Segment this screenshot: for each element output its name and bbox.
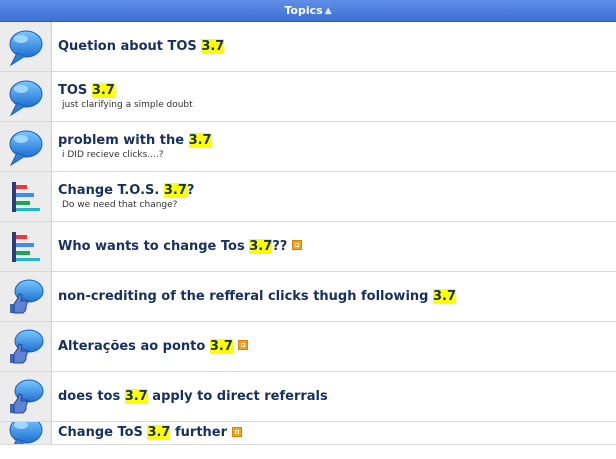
search-highlight: 3.7 bbox=[249, 238, 273, 254]
topic-icon-cell bbox=[0, 222, 52, 271]
topics-header-label: Topics bbox=[284, 4, 323, 17]
topic-cell: Quetion about TOS 3.7 bbox=[52, 22, 616, 71]
topic-icon-cell bbox=[0, 372, 52, 421]
speech-bubble-icon bbox=[5, 27, 47, 67]
topic-row[interactable]: does tos 3.7 apply to direct referrals bbox=[0, 372, 616, 422]
topic-title-link[interactable]: Alterações ao ponto 3.7 bbox=[58, 338, 616, 355]
topic-description: Do we need that change? bbox=[62, 199, 178, 210]
topic-icon-cell bbox=[0, 322, 52, 371]
topic-row[interactable]: Quetion about TOS 3.7 bbox=[0, 22, 616, 72]
topic-title-link[interactable]: Who wants to change Tos 3.7?? bbox=[58, 238, 616, 255]
topic-row[interactable]: TOS 3.7 just clarifying a simple doubt bbox=[0, 72, 616, 122]
topic-icon-cell bbox=[0, 272, 52, 321]
sort-up-icon: ▲ bbox=[324, 5, 332, 16]
search-highlight: 3.7 bbox=[163, 182, 187, 198]
language-badge-icon bbox=[232, 426, 243, 437]
topic-title-text: problem with the bbox=[58, 132, 189, 148]
language-badge-icon bbox=[292, 240, 303, 250]
topic-cell: Change T.O.S. 3.7? Do we need that chang… bbox=[52, 172, 616, 221]
speech-bubble-thumbs-up-icon bbox=[5, 377, 47, 417]
topic-title-text: apply to direct referrals bbox=[147, 388, 328, 404]
poll-chart-icon bbox=[5, 227, 47, 267]
speech-bubble-icon bbox=[5, 422, 47, 444]
topic-title-text: TOS bbox=[58, 82, 92, 98]
topic-row[interactable]: Change T.O.S. 3.7? Do we need that chang… bbox=[0, 172, 616, 222]
speech-bubble-icon bbox=[5, 77, 47, 117]
topic-cell: Alterações ao ponto 3.7 bbox=[52, 322, 616, 371]
language-badge-icon bbox=[237, 340, 248, 350]
search-highlight: 3.7 bbox=[124, 388, 148, 404]
topic-cell: Change ToS 3.7 further bbox=[52, 422, 616, 444]
search-highlight: 3.7 bbox=[209, 338, 233, 354]
speech-bubble-icon bbox=[5, 127, 47, 167]
search-highlight: 3.7 bbox=[147, 425, 171, 440]
topic-row[interactable]: Who wants to change Tos 3.7?? bbox=[0, 222, 616, 272]
topic-icon-cell bbox=[0, 22, 52, 71]
speech-bubble-thumbs-up-icon bbox=[5, 327, 47, 367]
topic-title-link[interactable]: non-crediting of the refferal clicks thu… bbox=[58, 288, 616, 305]
search-highlight: 3.7 bbox=[432, 288, 457, 304]
topic-title-link[interactable]: Change ToS 3.7 further bbox=[58, 425, 616, 441]
topic-cell: Who wants to change Tos 3.7?? bbox=[52, 222, 616, 271]
topic-title-text: Quetion about TOS bbox=[58, 38, 202, 54]
topic-title-text: does tos bbox=[58, 388, 125, 404]
topic-row[interactable]: non-crediting of the refferal clicks thu… bbox=[0, 272, 616, 322]
search-highlight: 3.7 bbox=[188, 132, 212, 148]
topic-icon-cell bbox=[0, 422, 52, 444]
topic-description: just clarifying a simple doubt bbox=[62, 99, 193, 110]
topic-title-link[interactable]: TOS 3.7 bbox=[58, 82, 616, 99]
topic-row[interactable]: Alterações ao ponto 3.7 bbox=[0, 322, 616, 372]
topic-title-text: ?? bbox=[272, 238, 288, 254]
topics-column-header[interactable]: Topics ▲ bbox=[0, 0, 616, 22]
topic-title-text: non-crediting of the refferal clicks thu… bbox=[58, 288, 433, 304]
topic-description: i DID recieve clicks....? bbox=[62, 149, 164, 160]
search-highlight: 3.7 bbox=[201, 38, 225, 54]
topic-title-link[interactable]: problem with the 3.7 bbox=[58, 132, 616, 149]
topic-row[interactable]: problem with the 3.7 i DID recieve click… bbox=[0, 122, 616, 172]
topic-icon-cell bbox=[0, 122, 52, 171]
topic-title-text: further bbox=[170, 425, 228, 440]
topic-cell: does tos 3.7 apply to direct referrals bbox=[52, 372, 616, 421]
topic-title-text: ? bbox=[186, 182, 195, 198]
topic-cell: non-crediting of the refferal clicks thu… bbox=[52, 272, 616, 321]
topic-title-text: Alterações ao ponto bbox=[58, 338, 210, 354]
topics-list: Topics ▲ Quetion about TOS 3.7 TOS 3.7 j… bbox=[0, 0, 616, 459]
topic-icon-cell bbox=[0, 72, 52, 121]
topic-cell: TOS 3.7 just clarifying a simple doubt bbox=[52, 72, 616, 121]
topic-icon-cell bbox=[0, 172, 52, 221]
poll-chart-icon bbox=[5, 177, 47, 217]
topic-row[interactable]: Change ToS 3.7 further bbox=[0, 422, 616, 445]
search-highlight: 3.7 bbox=[91, 82, 115, 98]
topic-cell: problem with the 3.7 i DID recieve click… bbox=[52, 122, 616, 171]
topic-title-text: Who wants to change Tos bbox=[58, 238, 250, 254]
speech-bubble-thumbs-up-icon bbox=[5, 277, 47, 317]
topic-title-link[interactable]: Change T.O.S. 3.7? bbox=[58, 182, 616, 199]
topic-title-text: Change ToS bbox=[58, 425, 148, 440]
topic-title-link[interactable]: does tos 3.7 apply to direct referrals bbox=[58, 388, 616, 405]
topic-title-text: Change T.O.S. bbox=[58, 182, 164, 198]
topic-title-link[interactable]: Quetion about TOS 3.7 bbox=[58, 38, 616, 55]
